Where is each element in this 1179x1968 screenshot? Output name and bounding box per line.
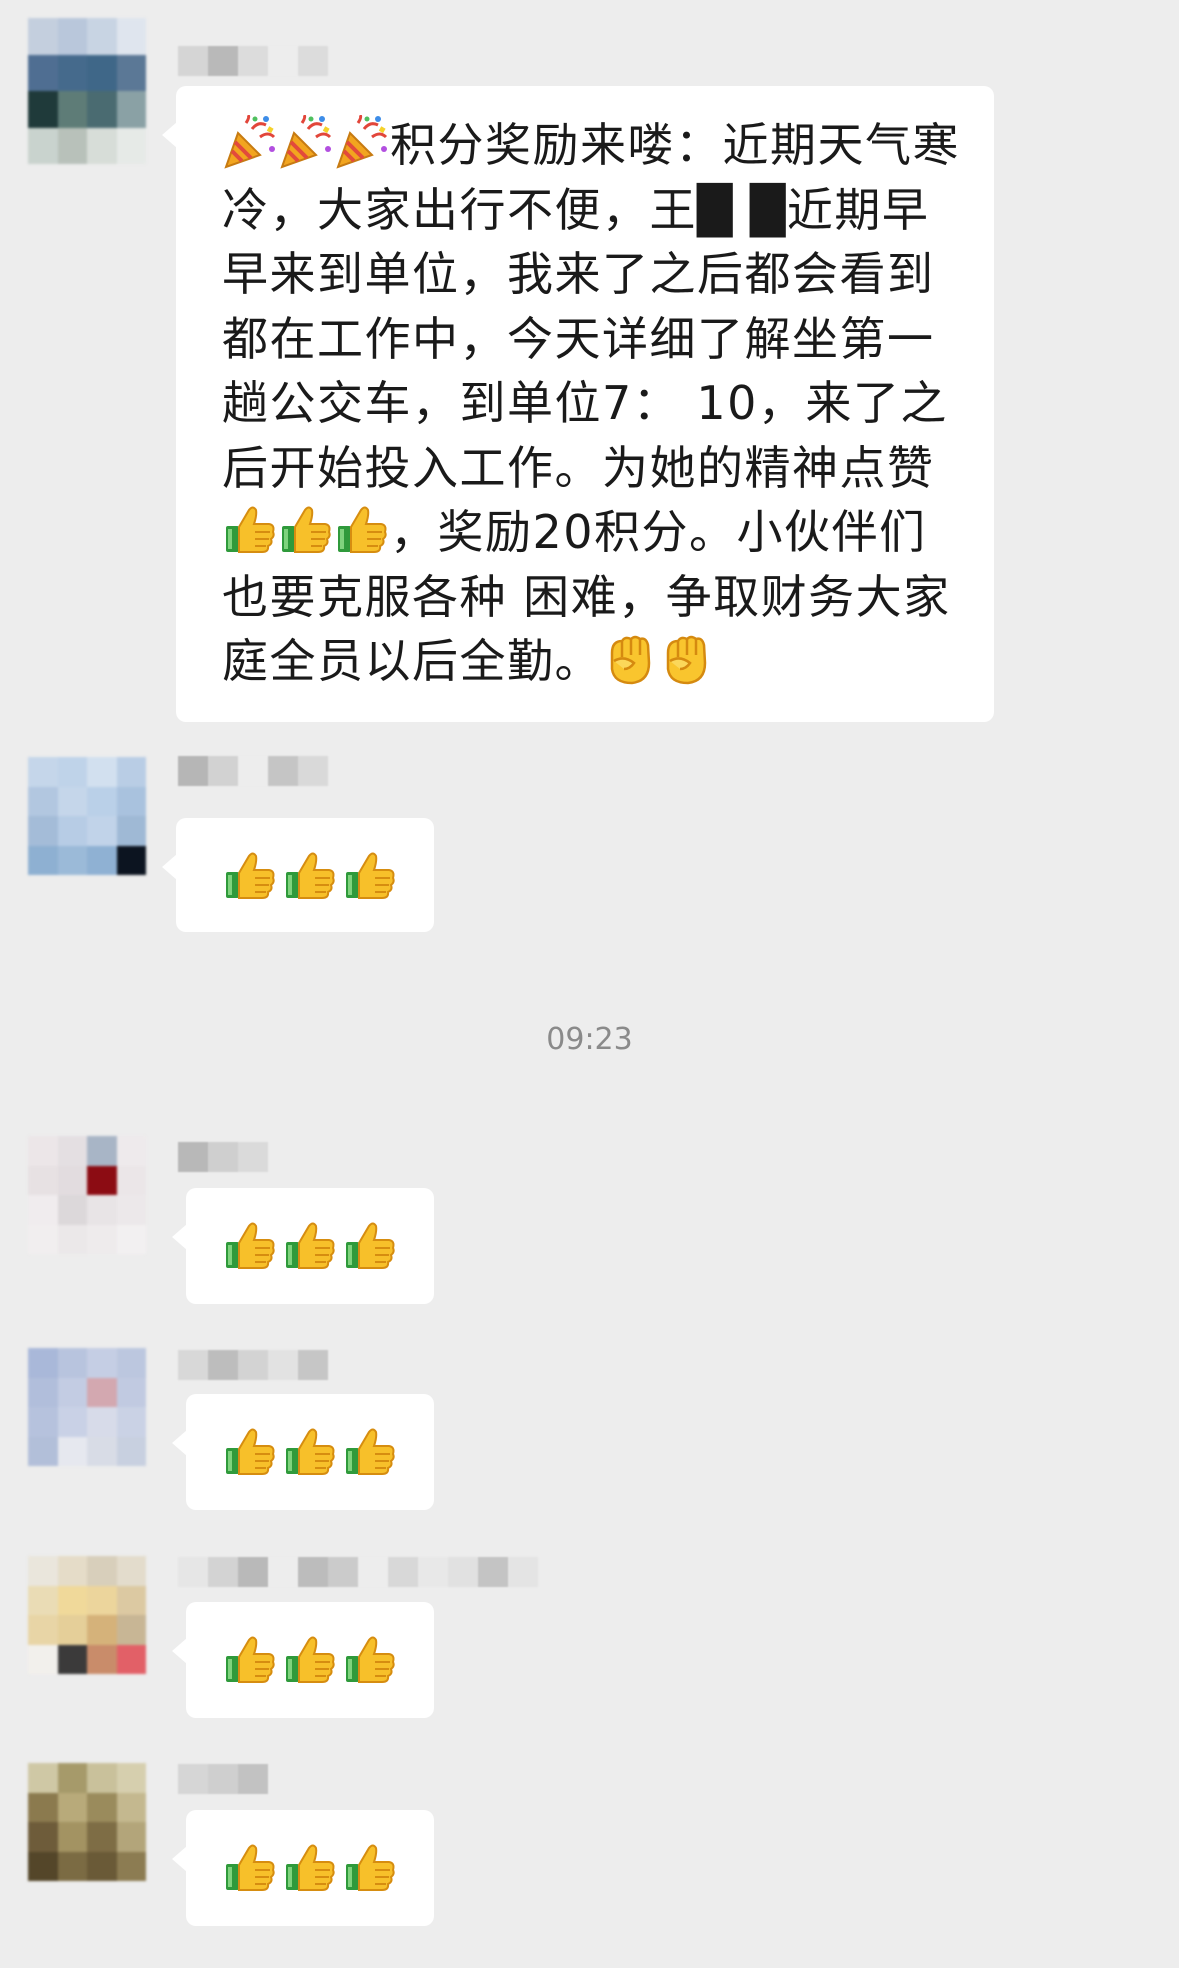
thumbs-up-icon: [282, 1424, 338, 1480]
sender-name-redacted: [178, 756, 328, 786]
thumbs-up-icon: [342, 1632, 398, 1688]
thumbs-up-icon: [282, 1840, 338, 1896]
thumbs-up-icon: [342, 1840, 398, 1896]
avatar[interactable]: [28, 757, 146, 875]
sender-name-redacted: [178, 1350, 328, 1380]
message-bubble[interactable]: [172, 1394, 434, 1510]
avatar[interactable]: [28, 18, 146, 164]
party-popper-icon: [278, 115, 334, 171]
avatar[interactable]: [28, 1136, 146, 1254]
sender-name-redacted: [178, 1557, 538, 1587]
message-bubble[interactable]: [172, 1810, 434, 1926]
party-popper-icon: [334, 115, 390, 171]
message-text: 积分奖励来喽：近期天气寒冷，大家出行不便，王█ █近期早早来到单位，我来了之后都…: [222, 113, 960, 694]
party-popper-icon: [222, 115, 278, 171]
thumbs-up-icon: [342, 848, 398, 904]
avatar[interactable]: [28, 1763, 146, 1881]
thumbs-up-icon: [342, 1218, 398, 1274]
emoji-row: [222, 1424, 434, 1480]
thumbs-up-icon: [222, 1424, 278, 1480]
thumbs-up-icon: [282, 1632, 338, 1688]
emoji-row: [222, 848, 434, 904]
thumbs-up-icon: [342, 1424, 398, 1480]
thumbs-up-icon: [282, 1218, 338, 1274]
emoji-row: [222, 1840, 434, 1896]
thumbs-up-icon: [334, 502, 390, 558]
thumbs-up-icon: [222, 1632, 278, 1688]
raised-fist-icon: [658, 631, 714, 687]
sender-name-redacted: [178, 1764, 268, 1794]
raised-fist-icon: [602, 631, 658, 687]
message-bubble[interactable]: [162, 818, 434, 932]
avatar[interactable]: [28, 1348, 146, 1466]
sender-name-redacted: [178, 1142, 268, 1172]
emoji-row: [222, 1218, 434, 1274]
thumbs-up-icon: [222, 1840, 278, 1896]
timestamp: 09:23: [546, 1022, 633, 1057]
thumbs-up-icon: [278, 502, 334, 558]
thumbs-up-icon: [222, 848, 278, 904]
emoji-row: [222, 1632, 434, 1688]
message-bubble[interactable]: 积分奖励来喽：近期天气寒冷，大家出行不便，王█ █近期早早来到单位，我来了之后都…: [162, 86, 994, 722]
sender-name-redacted: [178, 46, 328, 76]
message-bubble[interactable]: [172, 1188, 434, 1304]
thumbs-up-icon: [222, 1218, 278, 1274]
thumbs-up-icon: [282, 848, 338, 904]
message-bubble[interactable]: [172, 1602, 434, 1718]
thumbs-up-icon: [222, 502, 278, 558]
avatar[interactable]: [28, 1556, 146, 1674]
